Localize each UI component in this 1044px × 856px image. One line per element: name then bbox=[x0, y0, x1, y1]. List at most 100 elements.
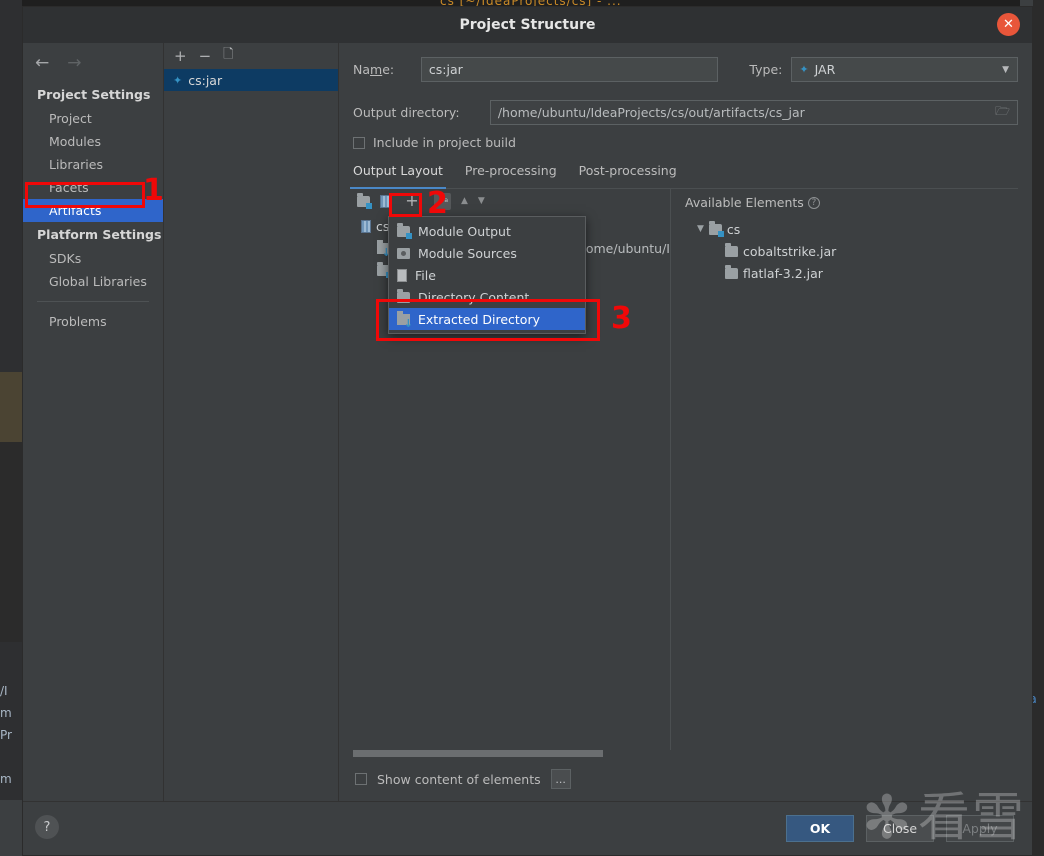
new-archive-icon[interactable] bbox=[380, 194, 390, 208]
sidebar-item-project[interactable]: Project bbox=[23, 107, 163, 130]
menu-item-directory-content[interactable]: Directory Content bbox=[389, 286, 585, 308]
extracted-directory-icon bbox=[397, 310, 413, 329]
background-editor-text: /I m Pr m bbox=[0, 680, 22, 800]
artifact-editor-inner: Name: cs:jar Type: ✦ JAR ▼ Output direct… bbox=[339, 43, 1032, 801]
move-down-icon[interactable]: ▼ bbox=[478, 196, 485, 206]
avail-node-cobaltstrike-label: cobaltstrike.jar bbox=[743, 243, 837, 259]
back-arrow-icon[interactable]: ← bbox=[35, 55, 49, 72]
type-label: Type: bbox=[749, 62, 783, 77]
bottom-options-row: Show content of elements ... bbox=[353, 763, 1018, 801]
output-layout-toolbar: + ↓ a ▲ ▼ bbox=[353, 189, 670, 213]
sidebar-item-facets[interactable]: Facets bbox=[23, 176, 163, 199]
close-icon[interactable]: ✕ bbox=[997, 13, 1020, 36]
jar-icon bbox=[361, 219, 371, 233]
output-directory-input[interactable]: /home/ubuntu/IdeaProjects/cs/out/artifac… bbox=[489, 100, 1018, 125]
include-in-build-label: Include in project build bbox=[373, 135, 516, 150]
avail-node-flatlaf-label: flatlaf-3.2.jar bbox=[743, 265, 823, 281]
add-artifact-button[interactable]: + bbox=[174, 48, 187, 64]
forward-arrow-icon[interactable]: → bbox=[67, 55, 81, 72]
artifact-icon: ✦ bbox=[173, 73, 183, 87]
copy-artifact-icon[interactable]: 🗋 bbox=[223, 45, 233, 67]
sidebar-item-libraries[interactable]: Libraries bbox=[23, 153, 163, 176]
background-right-gutter bbox=[1033, 0, 1044, 856]
chevron-down-icon[interactable]: ▼ bbox=[697, 224, 704, 234]
add-element-menu: Module Output Module Sources File Direct… bbox=[388, 216, 586, 334]
sidebar-item-global-libraries[interactable]: Global Libraries bbox=[23, 270, 163, 293]
menu-item-module-output[interactable]: Module Output bbox=[389, 220, 585, 242]
add-element-button[interactable]: + bbox=[400, 193, 424, 209]
available-elements-title-row: Available Elements ? bbox=[685, 189, 1018, 218]
screen-root: cs [~/IdeaProjects/cs] - ... /I m Pr m j… bbox=[0, 0, 1044, 856]
extracted-directory-icon bbox=[377, 239, 391, 258]
avail-node-cs[interactable]: ▼ cs bbox=[685, 218, 1018, 240]
artifact-list-toolbar: + − 🗋 bbox=[164, 43, 338, 69]
menu-item-extracted-directory[interactable]: Extracted Directory bbox=[389, 308, 585, 330]
tab-output-layout[interactable]: Output Layout bbox=[350, 163, 446, 189]
include-in-build-row[interactable]: Include in project build bbox=[353, 135, 1018, 150]
menu-item-file[interactable]: File bbox=[389, 264, 585, 286]
tab-post-processing[interactable]: Post-processing bbox=[579, 163, 677, 182]
browse-folder-icon[interactable]: 🗁 bbox=[995, 102, 1010, 123]
include-in-build-checkbox[interactable] bbox=[353, 136, 365, 149]
dialog-title: Project Structure bbox=[459, 17, 596, 33]
background-editor-line-3: Pr bbox=[0, 728, 12, 742]
library-icon bbox=[725, 242, 738, 257]
type-select-value: JAR bbox=[814, 62, 836, 77]
apply-button[interactable]: Apply bbox=[946, 815, 1014, 842]
help-icon[interactable]: ? bbox=[807, 196, 820, 209]
dialog-body: ← → Project Settings Project Modules Lib… bbox=[23, 43, 1032, 801]
dialog-titlebar: Project Structure ✕ bbox=[23, 7, 1032, 43]
annotation-number-2: 2 bbox=[427, 186, 448, 221]
background-left-editor bbox=[0, 442, 22, 642]
remove-artifact-button[interactable]: − bbox=[199, 48, 212, 64]
nav-divider bbox=[37, 301, 149, 302]
output-directory-row: Output directory: /home/ubuntu/IdeaProje… bbox=[353, 100, 1018, 125]
show-content-label: Show content of elements bbox=[377, 771, 541, 787]
file-icon bbox=[397, 268, 407, 282]
menu-item-extracted-directory-label: Extracted Directory bbox=[418, 311, 540, 327]
annotation-number-1: 1 bbox=[143, 173, 164, 208]
jar-type-icon: ✦ bbox=[799, 63, 809, 76]
module-sources-icon bbox=[397, 247, 410, 259]
horizontal-scrollbar[interactable] bbox=[353, 750, 1018, 757]
name-type-row: Name: cs:jar Type: ✦ JAR ▼ bbox=[353, 57, 1019, 82]
menu-item-module-sources[interactable]: Module Sources bbox=[389, 242, 585, 264]
type-select[interactable]: ✦ JAR ▼ bbox=[791, 57, 1019, 82]
background-editor-line-1: /I bbox=[0, 684, 8, 698]
avail-node-flatlaf[interactable]: flatlaf-3.2.jar bbox=[685, 262, 1018, 284]
background-left-highlight bbox=[0, 372, 22, 442]
nav-group-platform-settings: Platform Settings bbox=[37, 227, 162, 242]
close-button[interactable]: Close bbox=[866, 815, 934, 842]
name-input[interactable]: cs:jar bbox=[420, 57, 719, 82]
tab-pre-processing[interactable]: Pre-processing bbox=[465, 163, 557, 182]
dialog-footer: ? OK Close Apply bbox=[23, 801, 1032, 855]
help-button[interactable]: ? bbox=[35, 815, 59, 839]
sidebar-item-sdks[interactable]: SDKs bbox=[23, 247, 163, 270]
menu-item-module-output-label: Module Output bbox=[418, 223, 511, 239]
project-structure-dialog: Project Structure ✕ ← → Project Settings… bbox=[22, 6, 1033, 856]
sidebar-item-artifacts[interactable]: Artifacts bbox=[23, 199, 163, 222]
sidebar-item-modules[interactable]: Modules bbox=[23, 130, 163, 153]
avail-node-cobaltstrike[interactable]: cobaltstrike.jar bbox=[685, 240, 1018, 262]
ok-button[interactable]: OK bbox=[786, 815, 854, 842]
annotation-number-3: 3 bbox=[611, 301, 632, 336]
background-editor-line-4: m bbox=[0, 772, 12, 786]
menu-item-module-sources-label: Module Sources bbox=[418, 245, 517, 261]
more-options-button[interactable]: ... bbox=[550, 769, 571, 789]
settings-nav: ← → Project Settings Project Modules Lib… bbox=[23, 43, 164, 801]
editor-tabs: Output Layout Pre-processing Post-proces… bbox=[350, 163, 1018, 189]
output-directory-label: Output directory: bbox=[353, 105, 460, 120]
background-editor-line-2: m bbox=[0, 706, 12, 720]
sidebar-item-problems[interactable]: Problems bbox=[23, 310, 163, 333]
available-elements-column: Available Elements ? ▼ cs cobaltstrike.j… bbox=[670, 189, 1018, 750]
library-icon bbox=[725, 264, 738, 279]
new-directory-icon[interactable] bbox=[357, 192, 372, 209]
list-item[interactable]: ✦ cs:jar bbox=[164, 69, 338, 91]
move-up-icon[interactable]: ▲ bbox=[461, 196, 468, 206]
scrollbar-thumb[interactable] bbox=[353, 750, 603, 757]
show-content-checkbox[interactable] bbox=[355, 773, 367, 785]
menu-item-directory-content-label: Directory Content bbox=[418, 289, 530, 305]
artifact-list-panel: + − 🗋 ✦ cs:jar bbox=[164, 43, 339, 801]
nav-group-project-settings: Project Settings bbox=[37, 87, 151, 102]
available-elements-title: Available Elements bbox=[685, 195, 804, 210]
